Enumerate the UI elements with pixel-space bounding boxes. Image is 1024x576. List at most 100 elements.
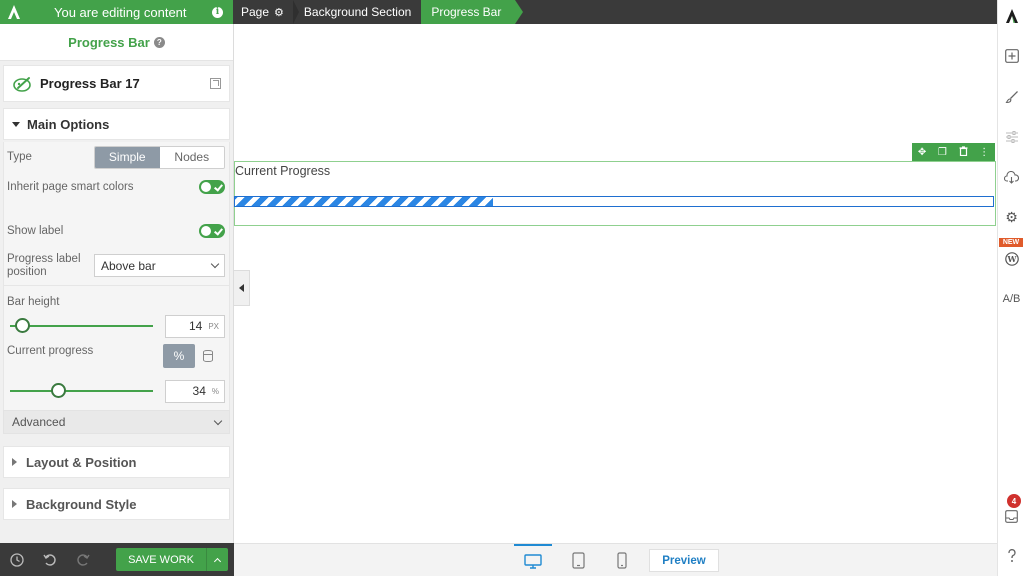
type-row: Type Simple Nodes [4,142,229,172]
advanced-label: Advanced [12,415,66,429]
redo-icon[interactable] [66,543,99,576]
svg-text:W: W [1006,254,1017,264]
type-nodes-option[interactable]: Nodes [159,146,224,168]
duplicate-icon[interactable]: ❐ [938,147,947,158]
selected-element-frame[interactable] [234,161,996,226]
help-icon[interactable]: ? [153,36,165,48]
current-progress-input[interactable]: 34 % [165,379,225,403]
bottom-action-bar: SAVE WORK [0,543,234,576]
show-label-toggle[interactable] [199,224,225,238]
database-icon[interactable] [203,350,213,362]
current-progress-control: 34 % [4,372,229,410]
inherit-colors-toggle[interactable] [199,180,225,194]
settings-panel: Progress Bar ? Progress Bar 17 Main Opti… [0,24,234,543]
main-options-header[interactable]: Main Options [3,108,230,140]
external-link-icon[interactable] [210,78,221,89]
breadcrumb-background-section[interactable]: Background Section [294,0,421,24]
top-bar: You are editing content i Page ⚙ Backgro… [0,0,997,24]
save-work-button[interactable]: SAVE WORK [116,548,206,571]
thrive-logo-icon[interactable] [0,0,28,24]
wordpress-icon[interactable]: W [998,248,1024,270]
type-label: Type [7,151,32,163]
type-simple-option[interactable]: Simple [95,146,160,168]
move-icon[interactable]: ✥ [918,147,926,158]
bar-height-unit: PX [208,321,219,331]
background-style-header[interactable]: Background Style [3,488,230,520]
save-options-button[interactable] [206,548,228,571]
mobile-icon [617,552,627,569]
element-toolbar: ✥ ❐ ⋮ [912,143,995,161]
help-question-icon[interactable] [998,545,1024,567]
tablet-view-button[interactable] [559,544,597,576]
inherit-colors-label: Inherit page smart colors [7,181,134,193]
tablet-icon [571,552,585,569]
editing-banner: You are editing content i [28,0,233,24]
desktop-icon [524,554,542,569]
breadcrumb-element-label: Progress Bar [431,5,502,19]
layout-position-label: Layout & Position [26,454,137,470]
right-sidebar: ⚙ W A/B [997,0,1024,576]
chevron-down-icon [210,259,220,269]
main-options-body: Type Simple Nodes Inherit page smart col… [3,142,230,410]
preview-button[interactable]: Preview [649,549,719,572]
breadcrumb-progress-bar[interactable]: Progress Bar [421,0,524,24]
panel-title: Progress Bar ? [0,24,233,61]
layout-position-header[interactable]: Layout & Position [3,446,230,478]
chevron-up-icon [213,557,222,565]
history-icon[interactable] [0,543,33,576]
breadcrumb-page-label: Page [241,5,270,19]
label-position-label: Progress label position [7,252,81,278]
current-progress-slider-handle[interactable] [51,383,67,398]
progress-label-text[interactable]: Current Progress [235,164,330,178]
progress-bar-fill [235,197,493,206]
bar-height-value: 14 [188,319,203,333]
show-label-label: Show label [7,225,64,237]
add-element-icon[interactable] [998,45,1024,67]
thrive-architect-logo-icon [998,6,1024,26]
info-icon[interactable]: i [212,6,223,18]
breadcrumb-page[interactable]: Page ⚙ [233,0,299,24]
advanced-toggle[interactable]: Advanced [3,410,230,434]
element-card: Progress Bar 17 [3,65,230,102]
inbox-icon[interactable] [998,505,1024,527]
panel-title-text: Progress Bar [68,34,150,50]
bar-height-control: 14 PX [4,312,229,340]
bar-height-input[interactable]: 14 PX [165,314,225,338]
caret-down-icon [12,121,20,127]
editing-text: You are editing content [54,4,187,20]
mobile-view-button[interactable] [603,544,641,576]
breadcrumb-section-label: Background Section [303,5,412,19]
caret-right-icon [12,500,17,508]
bar-height-label: Bar height [7,296,60,308]
bar-height-row: Bar height [4,286,229,312]
brush-icon[interactable] [998,86,1024,108]
label-position-row: Progress label position Above bar [4,246,229,286]
inherit-colors-row: Inherit page smart colors [4,172,229,202]
bar-height-slider[interactable] [10,318,153,333]
gear-icon[interactable]: ⚙ [274,6,284,19]
current-progress-value: 34 [192,384,206,398]
label-position-select[interactable]: Above bar [94,254,225,277]
new-badge: NEW [999,238,1023,247]
undo-icon[interactable] [33,543,66,576]
main-options-label: Main Options [27,116,110,132]
collapse-panel-button[interactable] [234,270,250,306]
ab-test-icon[interactable]: A/B [998,288,1024,310]
background-style-label: Background Style [26,496,137,512]
percent-mode-button[interactable]: % [163,344,195,368]
show-label-row: Show label [4,202,229,246]
device-bar: Preview [234,543,997,576]
bar-height-slider-handle[interactable] [15,318,31,333]
brush-palette-icon [13,76,31,92]
current-progress-unit: % [211,386,219,396]
sliders-icon[interactable] [998,126,1024,148]
cloud-download-icon[interactable] [998,166,1024,188]
current-progress-slider[interactable] [10,383,153,398]
delete-icon[interactable] [959,145,968,159]
desktop-view-button[interactable] [514,544,552,576]
notification-count-badge: 4 [1007,494,1021,508]
settings-gear-icon[interactable]: ⚙ [998,206,1024,228]
progress-mode-group: % [163,344,213,368]
progress-bar[interactable] [234,196,994,207]
more-options-icon[interactable]: ⋮ [979,147,989,158]
